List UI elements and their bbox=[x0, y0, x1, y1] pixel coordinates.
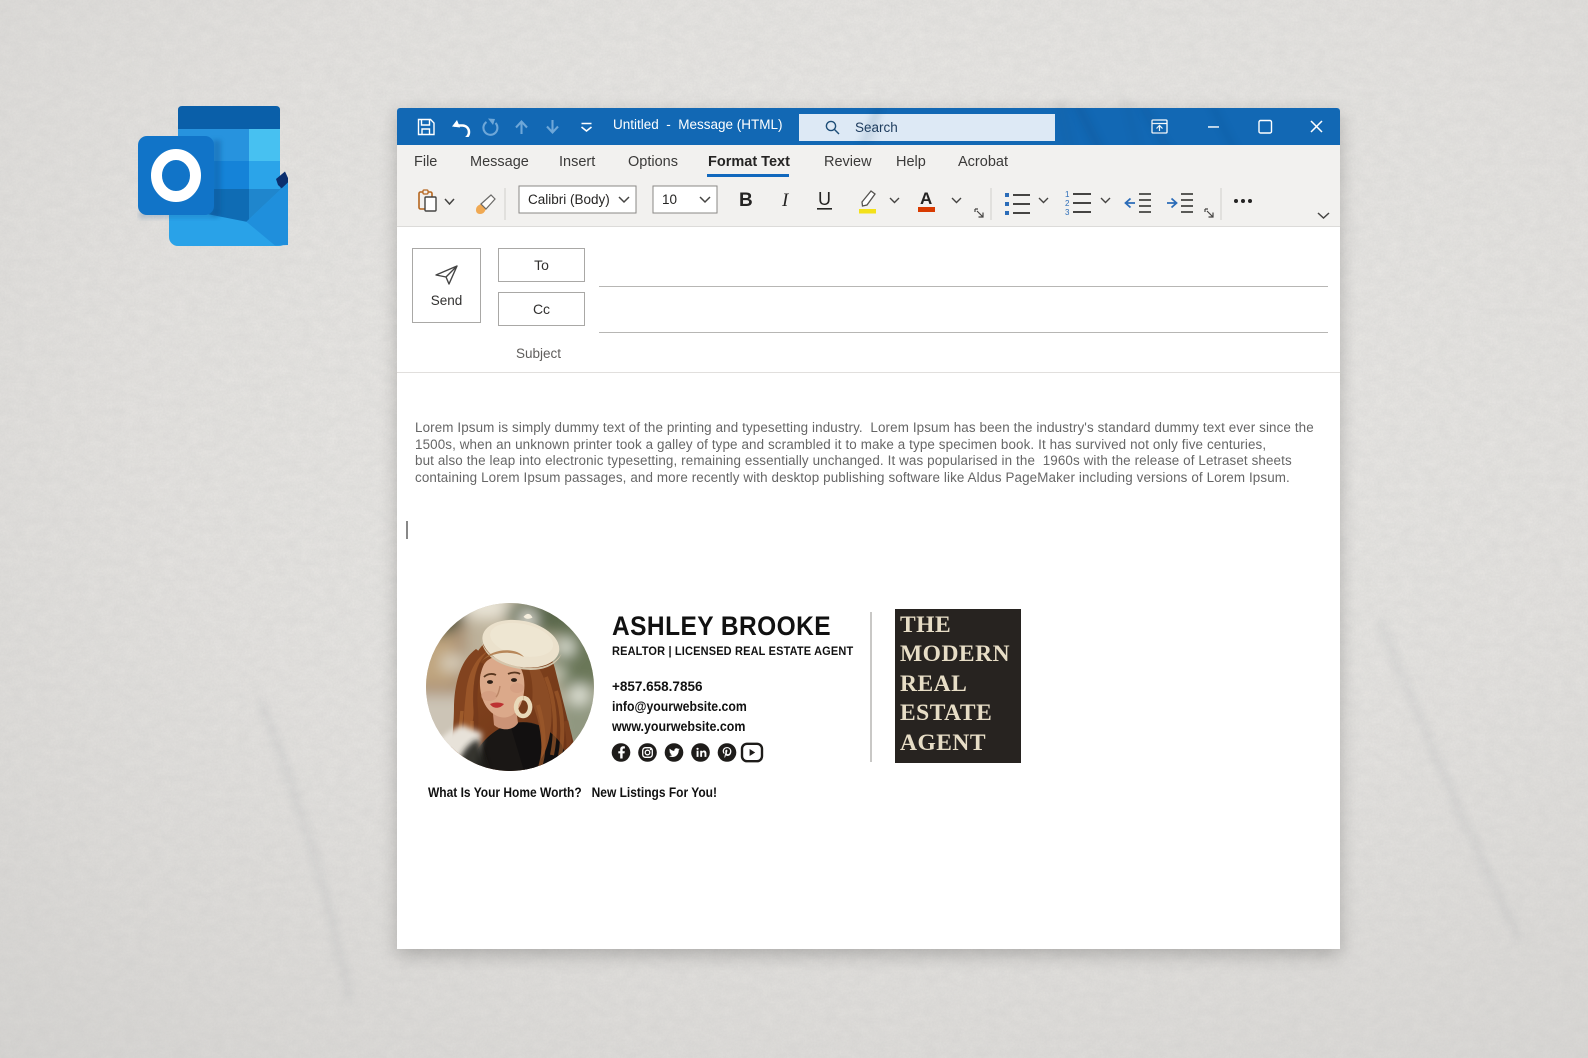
svg-text:10: 10 bbox=[662, 192, 677, 207]
svg-text:1: 1 bbox=[1065, 190, 1070, 199]
svg-text:B: B bbox=[739, 190, 753, 211]
svg-text:U: U bbox=[818, 189, 831, 209]
svg-text:I: I bbox=[781, 190, 790, 211]
svg-text:Calibri (Body): Calibri (Body) bbox=[528, 192, 610, 207]
svg-text:2: 2 bbox=[1065, 199, 1070, 208]
svg-text:3: 3 bbox=[1065, 208, 1070, 217]
svg-text:A: A bbox=[920, 189, 932, 208]
